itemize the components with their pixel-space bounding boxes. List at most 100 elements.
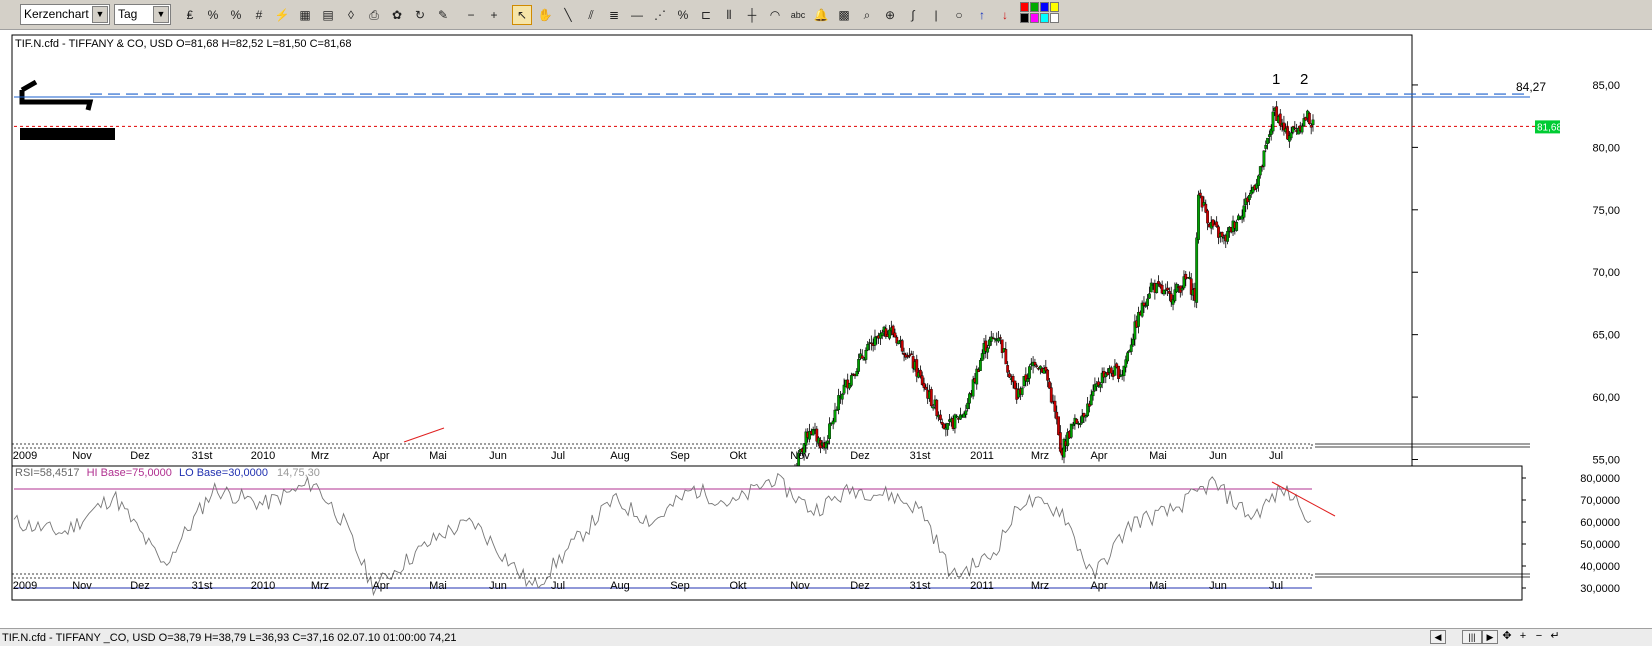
indicator-icon[interactable]: ⚡: [272, 5, 292, 25]
candle-body: [1004, 349, 1008, 365]
color-icon[interactable]: ▤: [318, 5, 338, 25]
rsi-lo-base: LO Base=30,0000: [179, 467, 268, 479]
rsi-hi-base: HI Base=75,0000: [87, 467, 172, 479]
candle-body: [1126, 352, 1130, 362]
candle-body: [1006, 365, 1010, 373]
sell-arrow-tool[interactable]: ↓: [995, 5, 1015, 25]
time-axis-label: 2009: [13, 580, 37, 592]
candle-body: [1057, 416, 1060, 436]
table-icon[interactable]: ▦: [295, 5, 315, 25]
color-swatch[interactable]: [1050, 13, 1059, 23]
arc-tool[interactable]: ◠: [765, 5, 785, 25]
plus-icon[interactable]: +: [1516, 630, 1530, 644]
period-select[interactable]: Tag ▼: [114, 4, 171, 25]
scroll-right-button[interactable]: ▶: [1482, 630, 1498, 644]
color-swatch[interactable]: [1050, 2, 1059, 12]
time-axis-label: Sep: [670, 450, 690, 462]
candle-body: [1309, 125, 1313, 128]
percent-tool[interactable]: %: [673, 5, 693, 25]
divider[interactable]: |: [926, 5, 946, 25]
time-axis-label: Mai: [1149, 450, 1167, 462]
parallel-tool[interactable]: ⫽: [581, 5, 601, 25]
time-axis-label: Mrz: [1031, 450, 1049, 462]
time-axis-label: Jul: [551, 450, 565, 462]
circle-tool[interactable]: ○: [949, 5, 969, 25]
color-grid[interactable]: [1020, 2, 1060, 26]
price-tick-label: 80,00: [1592, 142, 1620, 154]
candle-body: [1048, 381, 1051, 389]
fibonacci-tool[interactable]: ≣: [604, 5, 624, 25]
color-swatch[interactable]: [1030, 2, 1039, 12]
candle-body: [1148, 293, 1151, 299]
scroll-left-button[interactable]: ◀: [1430, 630, 1446, 644]
color-swatch[interactable]: [1030, 13, 1039, 23]
candle-body: [1157, 281, 1160, 285]
candle-body: [931, 406, 935, 409]
price-panel-frame: [11, 34, 1413, 473]
zoom-out-button[interactable]: −: [461, 5, 481, 25]
chart-type-icon[interactable]: ₤: [180, 5, 200, 25]
price-tick-label: 55,00: [1592, 455, 1620, 467]
buy-arrow-tool[interactable]: ↑: [972, 5, 992, 25]
candle-body: [980, 353, 984, 361]
chart-type-select[interactable]: Kerzenchart ▼: [20, 4, 110, 25]
time-axis-label: Okt: [729, 580, 746, 592]
scale-icon[interactable]: %: [203, 5, 223, 25]
line-tool[interactable]: ╲: [558, 5, 578, 25]
cursor-tool[interactable]: ↖: [512, 5, 532, 25]
wave-tool[interactable]: ∫: [903, 5, 923, 25]
candle-body: [855, 371, 859, 377]
color-swatch[interactable]: [1040, 13, 1049, 23]
zoom-in-button[interactable]: +: [484, 5, 504, 25]
candle-body: [1146, 298, 1150, 306]
candle-body: [1200, 195, 1204, 208]
fan-tool[interactable]: ⋰: [650, 5, 670, 25]
candle-body: [840, 393, 844, 400]
candle-body: [888, 329, 891, 339]
price-tick-label: 75,00: [1592, 205, 1620, 217]
price-panel-header: TIF.N.cfd - TIFFANY & CO, USD O=81,68 H=…: [15, 38, 351, 50]
candle-body: [1311, 119, 1315, 126]
scroll-position-icon[interactable]: |||: [1462, 630, 1482, 644]
move-icon[interactable]: ✥: [1500, 630, 1514, 644]
time-axis-label: Apr: [372, 580, 389, 592]
horizontal-line-tool[interactable]: —: [627, 5, 647, 25]
candle-body: [1117, 365, 1120, 379]
bracket-tool[interactable]: ⊏: [696, 5, 716, 25]
rsi-tick-label: 30,0000: [1580, 583, 1620, 595]
scale2-icon[interactable]: %: [226, 5, 246, 25]
candle-body: [833, 409, 837, 423]
color-swatch[interactable]: [1020, 2, 1029, 12]
hand-tool[interactable]: ✋: [535, 5, 555, 25]
candle-body: [860, 355, 864, 359]
color-swatch[interactable]: [1020, 13, 1029, 23]
minus-icon[interactable]: −: [1532, 630, 1546, 644]
palette-icon[interactable]: ✿: [387, 5, 407, 25]
candle-body: [1188, 276, 1191, 279]
candle-body: [1033, 362, 1037, 366]
time-axis-label: 2011: [970, 580, 994, 592]
time-axis-label: Jun: [489, 450, 507, 462]
chevron-down-icon[interactable]: ▼: [153, 6, 169, 23]
price-tick-label: 70,00: [1592, 267, 1620, 279]
zoom-icon[interactable]: ⊕: [880, 5, 900, 25]
candle-body: [900, 340, 904, 352]
time-axis-label: 2010: [251, 450, 275, 462]
candle-body: [1300, 126, 1304, 133]
vertical-line-tool[interactable]: ┼: [742, 5, 762, 25]
color-swatch[interactable]: [1040, 2, 1049, 12]
chevron-down-icon[interactable]: ▼: [92, 6, 108, 23]
print-icon[interactable]: ⎙: [364, 5, 384, 25]
search-icon[interactable]: ⌕: [857, 5, 877, 25]
candle-body: [1046, 369, 1050, 381]
text-tool[interactable]: abc: [788, 5, 808, 25]
return-icon[interactable]: ↵: [1548, 630, 1562, 644]
refresh-icon[interactable]: ↻: [410, 5, 430, 25]
template-icon[interactable]: ✎: [433, 5, 453, 25]
cycle-tool[interactable]: ⦀: [719, 5, 739, 25]
grid-icon[interactable]: #: [249, 5, 269, 25]
alarm-tool[interactable]: 🔔: [811, 5, 831, 25]
time-axis-label: 2011: [970, 450, 994, 462]
eraser-icon[interactable]: ◊: [341, 5, 361, 25]
calculator-tool[interactable]: ▩: [834, 5, 854, 25]
